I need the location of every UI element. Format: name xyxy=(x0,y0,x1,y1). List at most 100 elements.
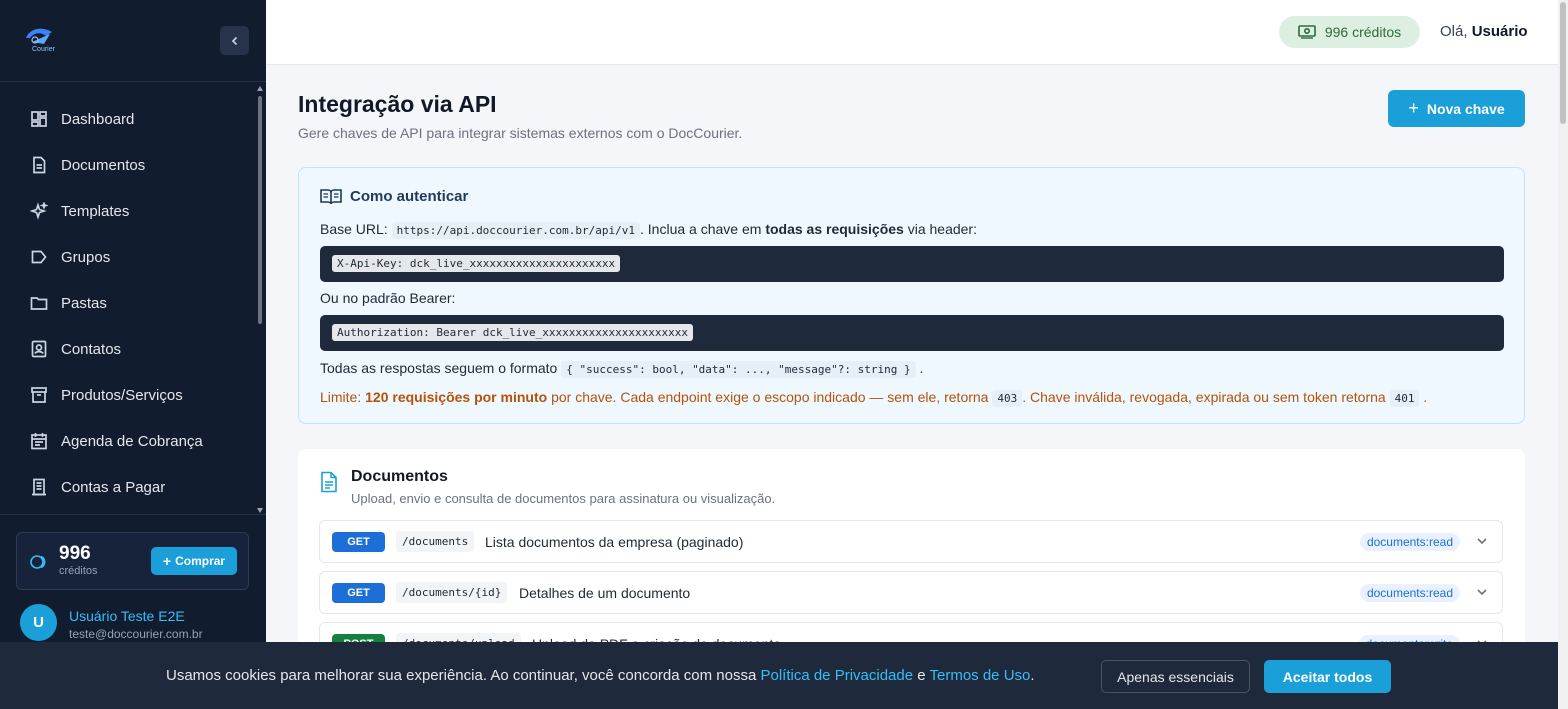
contacts-icon xyxy=(31,340,47,358)
app-logo[interactable]: Courier xyxy=(22,24,58,56)
scroll-up-icon[interactable] xyxy=(257,86,263,91)
page-subtitle: Gere chaves de API para integrar sistema… xyxy=(298,125,743,141)
sidebar-item-pastas[interactable]: Pastas xyxy=(0,280,256,326)
cookie-end: . xyxy=(1030,667,1035,684)
scroll-down-icon[interactable] xyxy=(257,508,263,513)
new-key-button[interactable]: + Nova chave xyxy=(1388,90,1525,127)
document-icon xyxy=(33,156,46,174)
divider xyxy=(0,514,266,515)
cookie-text: Usamos cookies para melhorar sua experiê… xyxy=(166,667,757,684)
sidebar-item-label: Contatos xyxy=(61,340,122,358)
sparkles-icon xyxy=(30,202,48,220)
sidebar-item-label: Pastas xyxy=(61,294,107,312)
status-code-403: 403 xyxy=(992,390,1023,407)
top-header: 996 créditos Olá, Usuário xyxy=(266,0,1558,65)
scrollbar-thumb[interactable] xyxy=(1560,2,1566,124)
auth-title: Como autenticar xyxy=(320,188,468,205)
accept-all-button[interactable]: Aceitar todos xyxy=(1264,660,1391,693)
sidebar-header: Courier xyxy=(0,0,266,82)
sidebar-item-documentos[interactable]: Documentos xyxy=(0,142,256,188)
sidebar-scrollbar[interactable] xyxy=(256,84,264,514)
format-code: { "success": bool, "data": ..., "message… xyxy=(561,361,916,378)
bearer-label: Ou no padrão Bearer: xyxy=(320,290,456,306)
section-title: Documentos xyxy=(351,468,448,485)
user-email: teste@doccourier.com.br xyxy=(69,627,203,641)
book-open-icon xyxy=(320,189,342,205)
sidebar-item-templates[interactable]: Templates xyxy=(0,188,256,234)
chevron-left-icon xyxy=(231,36,237,45)
credits-icon xyxy=(30,555,46,569)
archive-icon xyxy=(31,387,47,403)
credits-badge[interactable]: 996 créditos xyxy=(1279,16,1420,48)
status-code-401: 401 xyxy=(1389,390,1420,407)
logo-text: Courier xyxy=(32,46,55,53)
limit-text-2: . Chave inválida, revogada, expirada ou … xyxy=(1022,389,1386,405)
rate-limit-line: Limite: 120 requisições por minuto por c… xyxy=(320,389,1428,407)
buy-label: Comprar xyxy=(175,554,226,568)
auth-info-panel: Como autenticar Base URL: https://api.do… xyxy=(298,167,1525,424)
receipt-icon xyxy=(32,478,46,496)
method-badge: GET xyxy=(332,583,385,603)
terms-link[interactable]: Termos de Uso xyxy=(930,667,1031,684)
sidebar-item-agenda-de-cobranca[interactable]: Agenda de Cobrança xyxy=(0,418,256,464)
credits-label: créditos xyxy=(59,565,98,577)
privacy-policy-link[interactable]: Política de Privacidade xyxy=(760,667,913,684)
sidebar-item-label: Agenda de Cobrança xyxy=(61,432,203,450)
credits-card: 996 créditos + Comprar xyxy=(16,532,249,590)
limit-bold: 120 requisições por minuto xyxy=(365,389,548,405)
plus-icon: + xyxy=(162,553,172,569)
base-url-code: https://api.doccourier.com.br/api/v1 xyxy=(391,222,641,239)
format-text: Todas as respostas seguem o formato xyxy=(320,360,558,376)
endpoint-row[interactable]: GET /documents/{id} Detalhes de um docum… xyxy=(319,571,1503,614)
chevron-down-icon[interactable] xyxy=(1476,535,1488,547)
page-scrollbar[interactable] xyxy=(1558,0,1568,709)
credits-badge-label: 996 créditos xyxy=(1324,24,1402,40)
endpoint-description: Detalhes de um documento xyxy=(519,585,691,601)
sidebar: Courier Dashboard Documentos Templates G… xyxy=(0,0,266,709)
scrollbar-thumb[interactable] xyxy=(258,96,262,324)
format-line: Todas as respostas seguem o formato { "s… xyxy=(320,360,923,378)
base-url-label: Base URL: xyxy=(320,221,388,237)
buy-credits-button[interactable]: + Comprar xyxy=(151,547,237,575)
limit-prefix: Limite: xyxy=(320,389,362,405)
user-greeting[interactable]: Olá, Usuário xyxy=(1440,23,1528,40)
sidebar-item-dashboard[interactable]: Dashboard xyxy=(0,96,256,142)
sidebar-item-label: Documentos xyxy=(61,156,146,174)
bearer-code-block: Authorization: Bearer dck_live_xxxxxxxxx… xyxy=(320,315,1504,351)
sidebar-item-label: Dashboard xyxy=(61,110,135,128)
sidebar-item-contatos[interactable]: Contatos xyxy=(0,326,256,372)
endpoint-row[interactable]: GET /documents Lista documentos da empre… xyxy=(319,520,1503,563)
sidebar-item-contas-a-pagar[interactable]: Contas a Pagar xyxy=(0,464,256,510)
include-text: . Inclua a chave em xyxy=(640,221,762,237)
include-text-2: via header: xyxy=(907,221,977,237)
sidebar-item-label: Contas a Pagar xyxy=(61,478,166,496)
sidebar-nav: Dashboard Documentos Templates Grupos Pa… xyxy=(0,96,256,510)
auth-title-label: Como autenticar xyxy=(350,188,469,205)
scope-badge: documents:read xyxy=(1359,584,1460,602)
endpoint-path: /documents/{id} xyxy=(396,582,508,603)
chevron-down-icon[interactable] xyxy=(1476,586,1488,598)
endpoint-path: /documents xyxy=(396,531,475,552)
greeting-prefix: Olá, xyxy=(1440,23,1468,40)
include-bold: todas as requisições xyxy=(765,221,904,237)
section-subtitle: Upload, envio e consulta de documentos p… xyxy=(351,491,776,506)
plus-icon: + xyxy=(1408,98,1419,118)
folder-icon xyxy=(30,297,48,310)
essential-only-button[interactable]: Apenas essenciais xyxy=(1101,660,1250,693)
sidebar-item-label: Templates xyxy=(61,202,130,220)
cookie-message: Usamos cookies para melhorar sua experiê… xyxy=(166,667,1035,684)
document-icon xyxy=(321,471,337,493)
header-code-block: X-Api-Key: dck_live_xxxxxxxxxxxxxxxxxxxx… xyxy=(320,246,1504,282)
tag-icon xyxy=(31,250,47,264)
limit-end: . xyxy=(1423,389,1428,405)
sidebar-item-label: Produtos/Serviços xyxy=(61,386,183,404)
method-badge: GET xyxy=(332,532,385,552)
header-example-code: X-Api-Key: dck_live_xxxxxxxxxxxxxxxxxxxx… xyxy=(332,255,621,272)
sidebar-item-produtos-servicos[interactable]: Produtos/Serviços xyxy=(0,372,256,418)
avatar: U xyxy=(20,604,57,641)
sidebar-item-grupos[interactable]: Grupos xyxy=(0,234,256,280)
credits-count: 996 xyxy=(59,543,91,564)
page-title: Integração via API xyxy=(298,91,497,117)
collapse-sidebar-button[interactable] xyxy=(220,26,249,55)
base-url-line: Base URL: https://api.doccourier.com.br/… xyxy=(320,221,977,239)
